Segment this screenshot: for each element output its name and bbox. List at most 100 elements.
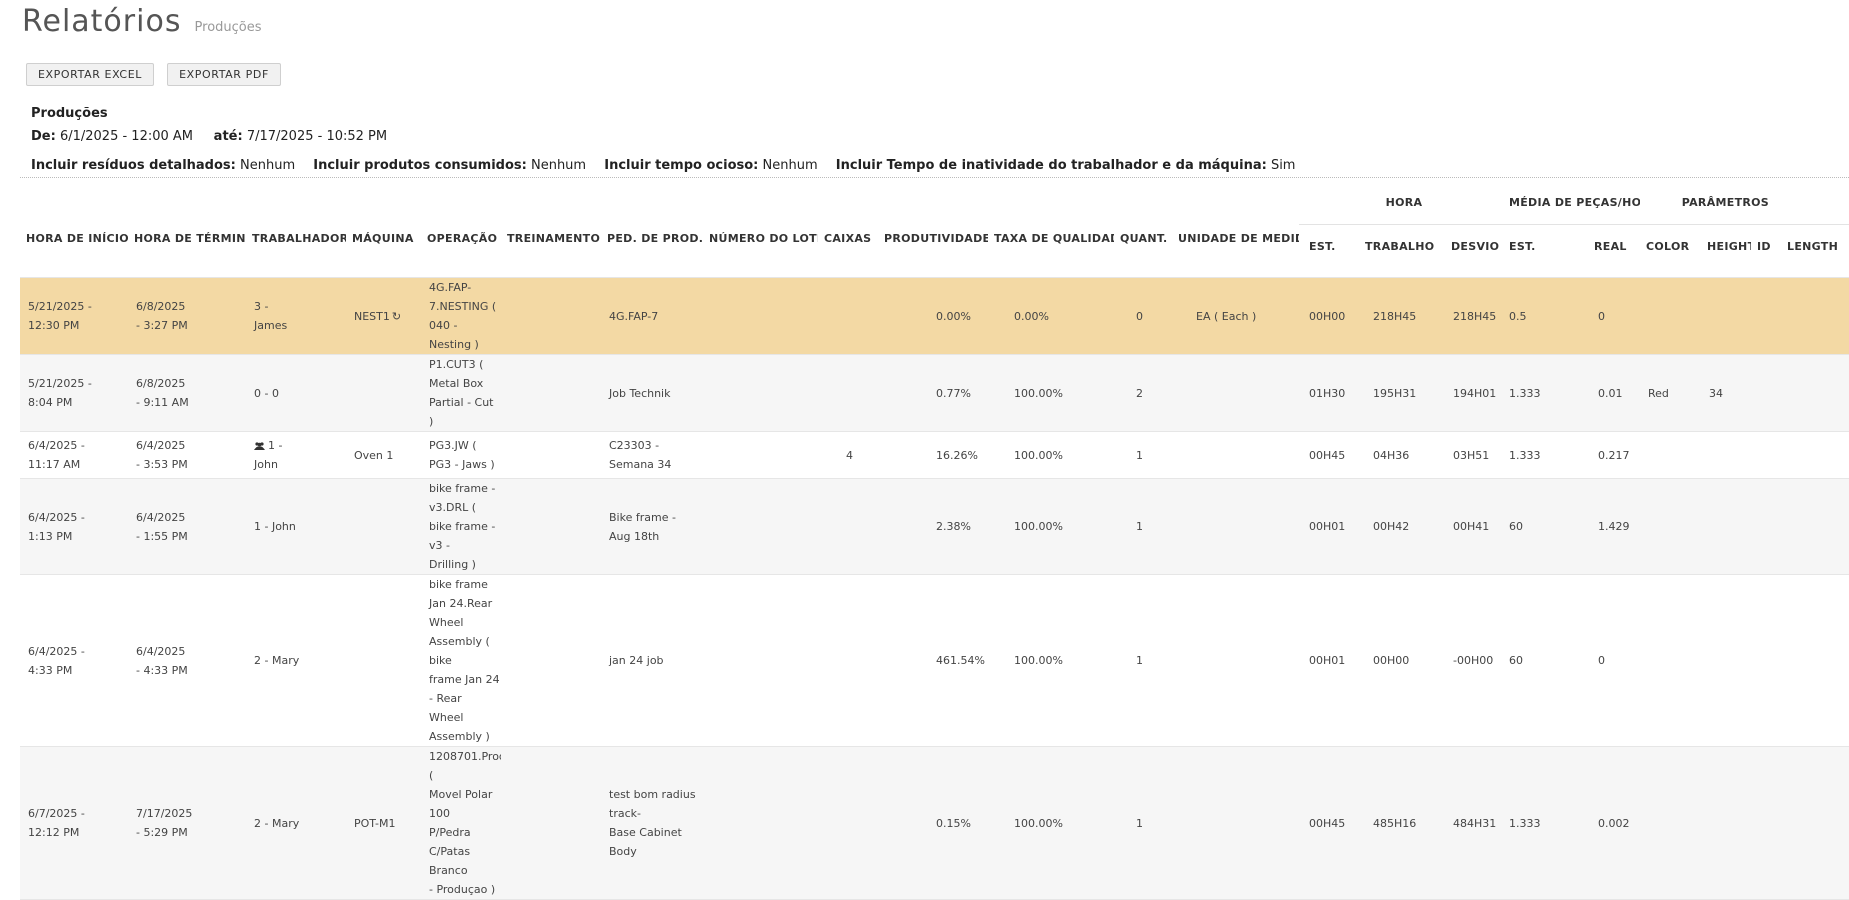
cell-start: 6/4/2025 - 4:33 PM <box>20 574 128 747</box>
table-row[interactable]: 6/4/2025 - 4:33 PM 6/4/2025 - 4:33 PM 2 - Ma… <box>20 574 1849 747</box>
cell-order-wrap: 4G.FAP-7 <box>601 277 703 355</box>
cell-text: 00H00 <box>1309 309 1346 323</box>
cell-color: Red <box>1640 354 1702 432</box>
cell-machine-wrap <box>346 574 421 747</box>
cell-lot <box>703 574 818 747</box>
cell-text: 485H16 <box>1373 816 1417 830</box>
export-pdf-button[interactable]: EXPORTAR PDF <box>167 63 281 86</box>
cell-line: 2 - Mary <box>254 654 300 667</box>
table-row[interactable]: 5/21/2025 - 8:04 PM 6/8/2025 - 9:11 AM 0 - 0… <box>20 354 1849 432</box>
col-worker: TRABALHADOR <box>252 232 346 245</box>
cell-order: 4G.FAP-7 <box>609 309 659 323</box>
cell-text: 4 <box>846 448 853 462</box>
cell-color <box>1640 478 1702 575</box>
cell-line: 6/4/2025 - <box>28 439 85 452</box>
col-height: HEIGHT <box>1707 239 1752 253</box>
col-media-est: EST. <box>1509 239 1536 253</box>
cell-hora-work: 218H45 <box>1359 277 1441 355</box>
to-value: 7/17/2025 - 10:52 PM <box>246 129 388 144</box>
cell-training <box>501 478 601 575</box>
cell-operation: 4G.FAP-7.NESTING (040 - Nesting ) <box>421 277 501 355</box>
table-body: 5/21/2025 - 12:30 PM 6/8/2025 - 3:27 PM 3 - J… <box>20 277 1849 900</box>
cell-line: 8:04 PM <box>28 396 73 409</box>
cell-text: 0.77% <box>936 386 971 400</box>
cell-text: 0.00% <box>936 309 971 323</box>
cell-color <box>1640 431 1702 479</box>
cell-end: 6/4/2025 - 1:55 PM <box>128 478 246 575</box>
page-header: Relatórios Produções <box>22 4 262 39</box>
cell-order: jan 24 job <box>609 654 664 667</box>
cell-productivity: 16.26% <box>878 431 988 479</box>
cell-line: 4:33 PM <box>28 663 73 677</box>
cell-text: 100.00% <box>1014 448 1063 462</box>
cell-boxes: 4 <box>818 431 878 479</box>
cell-text: 1.333 <box>1509 816 1541 830</box>
cell-line: - 3:53 PM <box>136 458 188 471</box>
cell-order: C23303 - Semana 34 <box>609 439 672 471</box>
table-row[interactable]: 6/4/2025 - 11:17 AM 6/4/2025 - 3:53 PM 1 - Jo… <box>20 431 1849 479</box>
cell-line: 6/4/2025 <box>136 644 186 658</box>
cell-media-real: 1.429 <box>1578 478 1641 575</box>
cell-line: 11:17 AM <box>28 458 81 471</box>
cell-end: 7/17/2025 - 5:29 PM <box>128 746 246 900</box>
cell-line: 5/21/2025 - <box>28 300 92 313</box>
cell-text: 100.00% <box>1014 654 1063 667</box>
cell-media-est: 1.333 <box>1503 431 1578 479</box>
cell-text: -00H00 <box>1453 654 1494 667</box>
export-excel-button[interactable]: EXPORTAR EXCEL <box>26 63 154 86</box>
cell-length <box>1781 478 1849 575</box>
cell-operation: PG3.JW ( PG3 - Jaws ) <box>421 431 501 479</box>
cell-text: 00H01 <box>1309 520 1346 533</box>
cell-line: 1208701.Produçao ( <box>429 750 501 782</box>
cell-text: 34 <box>1709 386 1724 400</box>
col-order: PED. DE PROD. <box>607 232 703 245</box>
cell-quality: 100.00% <box>988 478 1114 575</box>
cell-text: 2.38% <box>936 520 971 533</box>
cell-text: 00H45 <box>1309 448 1346 462</box>
col-hora-work: TRABALHO <box>1365 239 1435 253</box>
cell-hora-work: 485H16 <box>1359 746 1441 900</box>
cell-media-est: 1.333 <box>1503 354 1578 432</box>
cell-length <box>1781 431 1849 479</box>
cell-media-est: 1.333 <box>1503 746 1578 900</box>
group-hora: HORA <box>1299 180 1503 225</box>
cell-qty: 0 <box>1114 277 1172 355</box>
table-header-groups: HORA DE INÍCIO HORA DE TÉRMINO TRABALHAD… <box>20 180 1849 245</box>
cell-machine-wrap <box>346 478 421 575</box>
table-row[interactable]: 5/21/2025 - 12:30 PM 6/8/2025 - 3:27 PM 3 - J… <box>20 277 1849 355</box>
cell-qty: 1 <box>1114 574 1172 747</box>
col-machine: MÁQUINA <box>352 232 414 245</box>
date-range: De: 6/1/2025 - 12:00 AM até: 7/17/2025 -… <box>31 125 1309 148</box>
col-training: TREINAMENTO <box>507 232 601 245</box>
cell-media-real: 0.002 <box>1578 746 1641 900</box>
cell-text: 461.54% <box>936 654 985 667</box>
table-row[interactable]: 6/4/2025 - 1:13 PM 6/4/2025 - 1:55 PM 1 - Jo… <box>20 478 1849 575</box>
filter-value: Sim <box>1270 158 1296 173</box>
cell-hora-work: 195H31 <box>1359 354 1441 432</box>
col-hora-dev: DESVIO <box>1451 239 1500 253</box>
col-boxes: CAIXAS <box>824 232 872 245</box>
cell-id <box>1751 478 1782 575</box>
cell-id <box>1751 746 1782 900</box>
reload-icon[interactable]: ↻ <box>392 310 401 323</box>
cell-height <box>1701 746 1752 900</box>
cell-lot <box>703 431 818 479</box>
cell-id <box>1751 431 1782 479</box>
cell-text: Red <box>1648 386 1669 400</box>
table-row[interactable]: 6/7/2025 - 12:12 PM 7/17/2025 - 5:29 PM 2 - … <box>20 746 1849 900</box>
cell-worker: 3 - James <box>246 277 346 355</box>
cell-line: 1 - John <box>254 520 296 533</box>
cell-hora-dev: 484H31 <box>1441 746 1503 900</box>
report-info: Produções De: 6/1/2025 - 12:00 AM até: 7… <box>31 102 1309 177</box>
cell-color <box>1640 574 1702 747</box>
cell-hora-work: 00H00 <box>1359 574 1441 747</box>
cell-media-real: 0 <box>1578 574 1641 747</box>
cell-text: 0 <box>1136 309 1143 323</box>
cell-line: bike frame Jan 24.Rear <box>429 578 493 610</box>
cell-text: 00H42 <box>1373 520 1410 533</box>
cell-text: 1 <box>1136 448 1143 462</box>
cell-text: 0 <box>1598 309 1605 323</box>
report-name: Produções <box>31 106 108 121</box>
filter-value: Nenhum <box>530 158 587 173</box>
cell-productivity: 0.77% <box>878 354 988 432</box>
